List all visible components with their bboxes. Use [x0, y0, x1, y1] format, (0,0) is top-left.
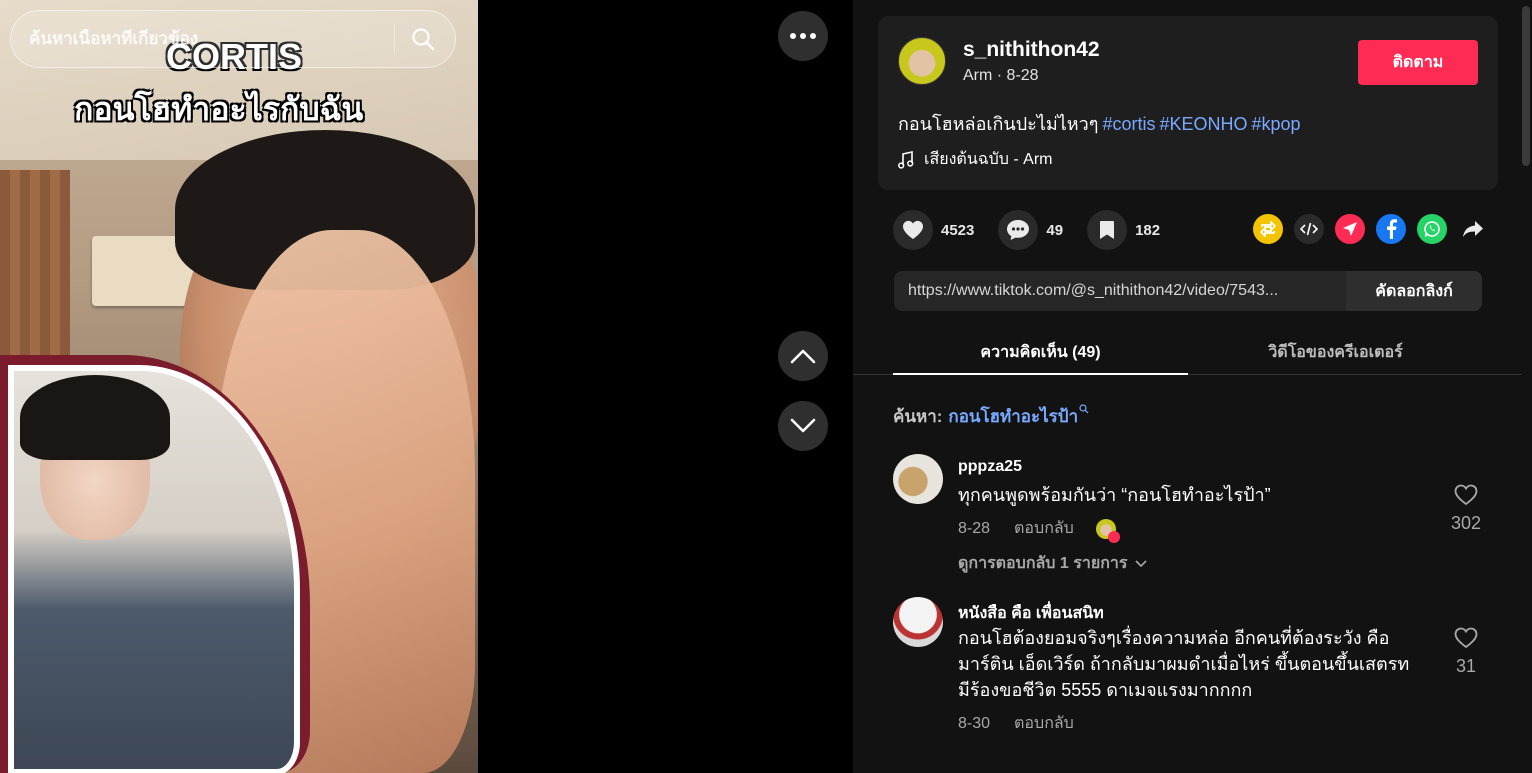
commenter-avatar[interactable]	[893, 597, 943, 647]
small-search-icon	[1079, 404, 1089, 414]
related-search-label: ค้นหา:	[893, 407, 943, 426]
commenter-name[interactable]: หนังสือ คือ เพื่อนสนิท	[958, 601, 1104, 626]
next-video-button[interactable]	[778, 401, 828, 451]
chevron-down-icon	[1135, 559, 1148, 567]
comment-item: หนังสือ คือ เพื่อนสนิท กอนโฮต้องยอมจริงๆ…	[893, 597, 1493, 737]
search-bar	[10, 10, 456, 68]
comment-date: 8-28	[958, 519, 991, 537]
author-info-card: s_nithithon42 Arm · 8-28 ติดตาม กอนโฮหล่…	[878, 16, 1498, 190]
bookmark-icon	[1087, 210, 1128, 250]
music-note-icon	[898, 150, 914, 169]
related-search-query[interactable]: กอนโฮทำอะไรป้า	[948, 403, 1078, 430]
view-replies-button[interactable]: ดูการตอบกลับ 1 รายการ	[958, 551, 1148, 576]
tab-creator-videos[interactable]: วิดีโอของครีเอเตอร์	[1188, 326, 1483, 374]
music-link[interactable]: เสียงต้นฉบับ - Arm	[898, 147, 1053, 172]
heart-outline-icon	[1454, 627, 1478, 649]
creator-liked-avatar	[1095, 518, 1120, 543]
related-search: ค้นหา: กอนโฮทำอะไรป้า	[893, 403, 1089, 430]
comment-item: pppza25 ทุกคนพูดพร้อมกันว่า “กอนโฮทำอะไร…	[893, 454, 1493, 584]
copy-link-button[interactable]: คัดลอกลิงก์	[1346, 271, 1482, 311]
details-panel: s_nithithon42 Arm · 8-28 ติดตาม กอนโฮหล่…	[853, 0, 1532, 773]
copy-link-bar: https://www.tiktok.com/@s_nithithon42/vi…	[894, 271, 1482, 311]
comment-like-button[interactable]: 31	[1441, 627, 1491, 677]
panel-tabs: ความคิดเห็น (49) วิดีโอของครีเอเตอร์	[853, 326, 1522, 375]
hashtag-link[interactable]: #cortis	[1102, 114, 1155, 134]
comment-text-line: กอนโฮต้องยอมจริงๆเรื่องความหล่อ อีกคนที่…	[958, 628, 1390, 648]
send-icon[interactable]	[1335, 214, 1365, 244]
view-replies-label: ดูการตอบกลับ 1 รายการ	[958, 555, 1128, 572]
more-dots-icon	[790, 33, 816, 39]
heart-icon	[893, 210, 933, 250]
save-button[interactable]: 182	[1087, 210, 1160, 250]
comment-meta: 8-30 ตอบกลับ	[958, 711, 1074, 736]
save-count: 182	[1135, 221, 1161, 239]
search-icon[interactable]	[409, 25, 437, 53]
post-description: กอนโฮหล่อเกินปะไม่ไหวๆ #cortis #KEONHO #kpo…	[898, 109, 1301, 138]
repost-icon[interactable]	[1253, 214, 1283, 244]
action-bar: 4523 49 182	[893, 209, 1184, 251]
previous-video-button[interactable]	[778, 331, 828, 381]
hashtag-link[interactable]: #KEONHO	[1159, 114, 1247, 134]
comment-like-count: 31	[1455, 656, 1477, 676]
whatsapp-icon[interactable]	[1417, 214, 1447, 244]
follow-button[interactable]: ติดตาม	[1358, 40, 1478, 85]
heart-outline-icon	[1454, 484, 1478, 506]
like-button[interactable]: 4523	[893, 210, 974, 250]
comment-button[interactable]: 49	[998, 210, 1063, 250]
comment-text-line: มาร์ติน เอ็ดเวิร์ด ถ้ากลับมาผมดำเมื่อไหร…	[958, 654, 1410, 674]
comment-like-count: 302	[1450, 513, 1482, 533]
embed-icon[interactable]	[1294, 214, 1324, 244]
reply-button[interactable]: ตอบกลับ	[1014, 711, 1074, 736]
video-player[interactable]: CORTIS กอนโฮทำอะไรกับฉัน	[0, 0, 478, 773]
post-description-text: กอนโฮหล่อเกินปะไม่ไหวๆ	[898, 114, 1099, 134]
author-subline: Arm · 8-28	[963, 67, 1039, 84]
comment-date: 8-30	[958, 714, 991, 732]
video-caption-subtitle: กอนโฮทำอะไรกับฉัน	[74, 91, 364, 127]
author-username[interactable]: s_nithithon42	[963, 38, 1100, 62]
more-options-button[interactable]	[778, 11, 828, 61]
search-divider	[394, 24, 395, 54]
search-input[interactable]	[29, 29, 380, 49]
facebook-icon[interactable]	[1376, 214, 1406, 244]
hashtag-link[interactable]: #kpop	[1251, 114, 1300, 134]
comment-text: ทุกคนพูดพร้อมกันว่า “กอนโฮทำอะไรป้า”	[958, 485, 1271, 505]
comment-like-button[interactable]: 302	[1441, 484, 1491, 534]
chevron-down-icon	[790, 418, 816, 433]
comment-text-line: มีร้องขอชีวิต 5555 ดาเมจแรงมากกกก	[958, 680, 1253, 700]
heart-badge-icon	[1107, 530, 1120, 543]
author-avatar[interactable]	[898, 37, 946, 85]
tab-comments[interactable]: ความคิดเห็น (49)	[893, 326, 1188, 375]
comment-text: กอนโฮต้องยอมจริงๆเรื่องความหล่อ อีกคนที่…	[958, 625, 1428, 703]
panel-scrollbar[interactable]	[1522, 6, 1530, 166]
commenter-avatar[interactable]	[893, 454, 943, 504]
chevron-up-icon	[790, 349, 816, 364]
share-options	[1253, 214, 1488, 244]
video-sticker-hair	[20, 375, 170, 460]
video-url: https://www.tiktok.com/@s_nithithon42/vi…	[908, 282, 1279, 299]
comment-count: 49	[1046, 221, 1064, 239]
comment-bubble-icon	[998, 210, 1039, 250]
share-arrow-icon[interactable]	[1458, 214, 1488, 244]
like-count: 4523	[941, 221, 975, 239]
comment-meta: 8-28 ตอบกลับ	[958, 516, 1120, 543]
reply-button[interactable]: ตอบกลับ	[1014, 516, 1074, 541]
commenter-name[interactable]: pppza25	[958, 458, 1022, 476]
music-title: เสียงต้นฉบับ - Arm	[924, 151, 1053, 168]
